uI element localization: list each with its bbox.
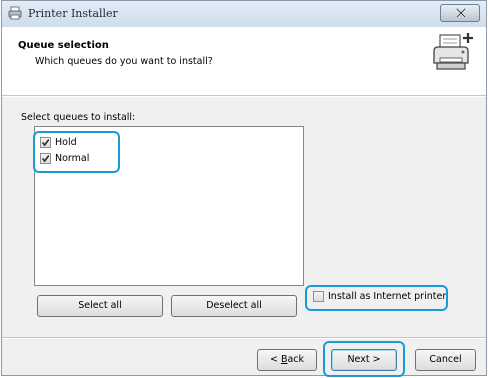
next-highlight: [323, 341, 405, 377]
page-subtitle: Which queues do you want to install?: [35, 56, 213, 67]
installer-window: Printer Installer Queue selection Which …: [1, 0, 487, 377]
select-all-button[interactable]: Select all: [37, 295, 163, 317]
wizard-header: Queue selection Which queues do you want…: [2, 27, 486, 96]
window-title: Printer Installer: [28, 7, 118, 20]
close-icon: [455, 8, 467, 18]
deselect-all-button[interactable]: Deselect all: [171, 295, 297, 317]
queue-highlight: [33, 131, 120, 173]
page-title: Queue selection: [18, 40, 109, 51]
cancel-button[interactable]: Cancel: [415, 349, 476, 371]
title-bar[interactable]: Printer Installer: [2, 1, 486, 28]
printer-app-icon: [8, 6, 22, 20]
back-button[interactable]: < Back: [257, 349, 317, 371]
internet-option-highlight: [305, 285, 448, 311]
queues-label: Select queues to install:: [21, 112, 136, 123]
header-separator: [2, 96, 486, 97]
close-button[interactable]: [440, 4, 480, 22]
printer-icon: [430, 29, 476, 75]
